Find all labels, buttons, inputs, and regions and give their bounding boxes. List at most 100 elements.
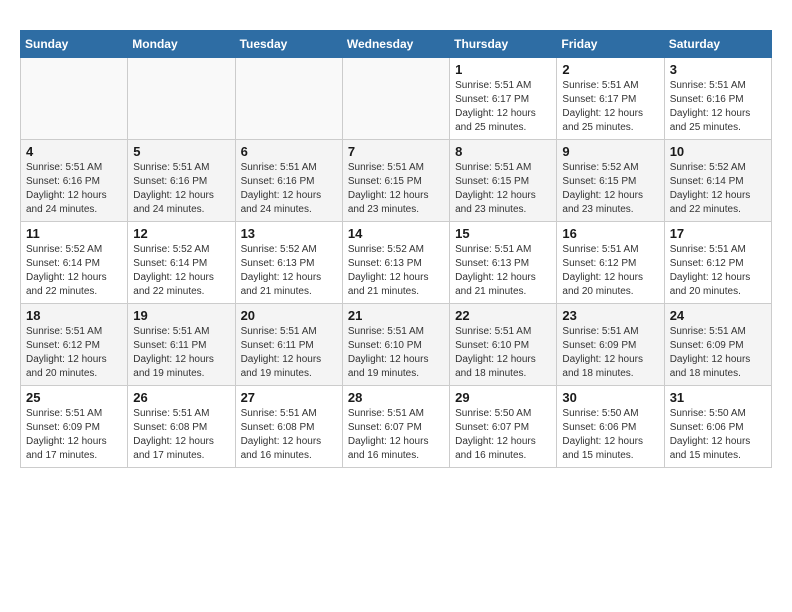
- calendar-week-2: 4 Sunrise: 5:51 AM Sunset: 6:16 PM Daylig…: [21, 140, 772, 222]
- day-number: 8: [455, 144, 551, 159]
- calendar-cell: 27Sunrise: 5:51 AM Sunset: 6:08 PM Dayli…: [235, 386, 342, 468]
- day-number: 7: [348, 144, 444, 159]
- calendar-cell: 4 Sunrise: 5:51 AM Sunset: 6:16 PM Daylig…: [21, 140, 128, 222]
- col-header-saturday: Saturday: [664, 31, 771, 58]
- calendar-cell: 7Sunrise: 5:51 AM Sunset: 6:15 PM Daylig…: [342, 140, 449, 222]
- col-header-wednesday: Wednesday: [342, 31, 449, 58]
- calendar-cell: 29 Sunrise: 5:50 AM Sunset: 6:07 PM Dayli…: [450, 386, 557, 468]
- day-info: Sunrise: 5:51 AM Sunset: 6:17 PM Dayligh…: [455, 79, 551, 135]
- calendar-week-1: 1 Sunrise: 5:51 AM Sunset: 6:17 PM Daylig…: [21, 58, 772, 140]
- calendar-cell: [235, 58, 342, 140]
- calendar-cell: 19 Sunrise: 5:51 AM Sunset: 6:11 PM Dayli…: [128, 304, 235, 386]
- day-info: Sunrise: 5:51 AM Sunset: 6:09 PM Dayligh…: [562, 325, 658, 381]
- col-header-sunday: Sunday: [21, 31, 128, 58]
- calendar-cell: 14Sunrise: 5:52 AM Sunset: 6:13 PM Dayli…: [342, 222, 449, 304]
- day-info: Sunrise: 5:51 AM Sunset: 6:16 PM Dayligh…: [241, 161, 337, 217]
- day-number: 24: [670, 308, 766, 323]
- calendar-cell: 21 Sunrise: 5:51 AM Sunset: 6:10 PM Dayli…: [342, 304, 449, 386]
- day-info: Sunrise: 5:51 AM Sunset: 6:13 PM Dayligh…: [455, 243, 551, 299]
- day-number: 11: [26, 226, 122, 241]
- day-number: 6: [241, 144, 337, 159]
- calendar-week-3: 11 Sunrise: 5:52 AM Sunset: 6:14 PM Dayli…: [21, 222, 772, 304]
- calendar-cell: 20Sunrise: 5:51 AM Sunset: 6:11 PM Dayli…: [235, 304, 342, 386]
- day-number: 1: [455, 62, 551, 77]
- day-info: Sunrise: 5:51 AM Sunset: 6:10 PM Dayligh…: [455, 325, 551, 381]
- calendar-cell: 2 Sunrise: 5:51 AM Sunset: 6:17 PM Daylig…: [557, 58, 664, 140]
- day-number: 28: [348, 390, 444, 405]
- calendar-cell: 15Sunrise: 5:51 AM Sunset: 6:13 PM Dayli…: [450, 222, 557, 304]
- day-info: Sunrise: 5:51 AM Sunset: 6:12 PM Dayligh…: [26, 325, 122, 381]
- day-number: 12: [133, 226, 229, 241]
- calendar-cell: 30Sunrise: 5:50 AM Sunset: 6:06 PM Dayli…: [557, 386, 664, 468]
- calendar-table: SundayMondayTuesdayWednesdayThursdayFrid…: [20, 30, 772, 468]
- day-number: 23: [562, 308, 658, 323]
- calendar-cell: 25 Sunrise: 5:51 AM Sunset: 6:09 PM Dayli…: [21, 386, 128, 468]
- day-info: Sunrise: 5:51 AM Sunset: 6:09 PM Dayligh…: [670, 325, 766, 381]
- calendar-cell: 6 Sunrise: 5:51 AM Sunset: 6:16 PM Daylig…: [235, 140, 342, 222]
- day-number: 29: [455, 390, 551, 405]
- day-number: 22: [455, 308, 551, 323]
- day-info: Sunrise: 5:52 AM Sunset: 6:13 PM Dayligh…: [348, 243, 444, 299]
- col-header-tuesday: Tuesday: [235, 31, 342, 58]
- day-info: Sunrise: 5:52 AM Sunset: 6:13 PM Dayligh…: [241, 243, 337, 299]
- day-info: Sunrise: 5:51 AM Sunset: 6:10 PM Dayligh…: [348, 325, 444, 381]
- day-info: Sunrise: 5:51 AM Sunset: 6:12 PM Dayligh…: [562, 243, 658, 299]
- day-info: Sunrise: 5:51 AM Sunset: 6:17 PM Dayligh…: [562, 79, 658, 135]
- day-number: 26: [133, 390, 229, 405]
- day-info: Sunrise: 5:51 AM Sunset: 6:16 PM Dayligh…: [133, 161, 229, 217]
- day-number: 5: [133, 144, 229, 159]
- day-number: 2: [562, 62, 658, 77]
- day-info: Sunrise: 5:50 AM Sunset: 6:06 PM Dayligh…: [562, 407, 658, 463]
- day-info: Sunrise: 5:51 AM Sunset: 6:16 PM Dayligh…: [26, 161, 122, 217]
- day-info: Sunrise: 5:51 AM Sunset: 6:12 PM Dayligh…: [670, 243, 766, 299]
- calendar-cell: 26 Sunrise: 5:51 AM Sunset: 6:08 PM Dayli…: [128, 386, 235, 468]
- day-number: 31: [670, 390, 766, 405]
- day-info: Sunrise: 5:50 AM Sunset: 6:06 PM Dayligh…: [670, 407, 766, 463]
- calendar-cell: 3 Sunrise: 5:51 AM Sunset: 6:16 PM Daylig…: [664, 58, 771, 140]
- calendar-cell: 23 Sunrise: 5:51 AM Sunset: 6:09 PM Dayli…: [557, 304, 664, 386]
- day-info: Sunrise: 5:52 AM Sunset: 6:14 PM Dayligh…: [133, 243, 229, 299]
- day-number: 27: [241, 390, 337, 405]
- calendar-cell: 5 Sunrise: 5:51 AM Sunset: 6:16 PM Daylig…: [128, 140, 235, 222]
- day-info: Sunrise: 5:51 AM Sunset: 6:15 PM Dayligh…: [455, 161, 551, 217]
- day-number: 21: [348, 308, 444, 323]
- day-info: Sunrise: 5:51 AM Sunset: 6:16 PM Dayligh…: [670, 79, 766, 135]
- day-number: 13: [241, 226, 337, 241]
- calendar-cell: 11 Sunrise: 5:52 AM Sunset: 6:14 PM Dayli…: [21, 222, 128, 304]
- calendar-week-4: 18 Sunrise: 5:51 AM Sunset: 6:12 PM Dayli…: [21, 304, 772, 386]
- day-info: Sunrise: 5:51 AM Sunset: 6:09 PM Dayligh…: [26, 407, 122, 463]
- calendar-cell: 13 Sunrise: 5:52 AM Sunset: 6:13 PM Dayli…: [235, 222, 342, 304]
- calendar-cell: 16 Sunrise: 5:51 AM Sunset: 6:12 PM Dayli…: [557, 222, 664, 304]
- day-number: 16: [562, 226, 658, 241]
- day-number: 25: [26, 390, 122, 405]
- day-number: 9: [562, 144, 658, 159]
- calendar-header-row: SundayMondayTuesdayWednesdayThursdayFrid…: [21, 31, 772, 58]
- calendar-cell: 12 Sunrise: 5:52 AM Sunset: 6:14 PM Dayli…: [128, 222, 235, 304]
- day-number: 18: [26, 308, 122, 323]
- day-number: 4: [26, 144, 122, 159]
- day-number: 17: [670, 226, 766, 241]
- calendar-cell: 9 Sunrise: 5:52 AM Sunset: 6:15 PM Daylig…: [557, 140, 664, 222]
- day-number: 3: [670, 62, 766, 77]
- day-number: 19: [133, 308, 229, 323]
- calendar-cell: 24 Sunrise: 5:51 AM Sunset: 6:09 PM Dayli…: [664, 304, 771, 386]
- day-info: Sunrise: 5:51 AM Sunset: 6:07 PM Dayligh…: [348, 407, 444, 463]
- calendar-cell: 28 Sunrise: 5:51 AM Sunset: 6:07 PM Dayli…: [342, 386, 449, 468]
- calendar-cell: 1 Sunrise: 5:51 AM Sunset: 6:17 PM Daylig…: [450, 58, 557, 140]
- calendar-cell: 17 Sunrise: 5:51 AM Sunset: 6:12 PM Dayli…: [664, 222, 771, 304]
- calendar-cell: [21, 58, 128, 140]
- day-info: Sunrise: 5:51 AM Sunset: 6:08 PM Dayligh…: [133, 407, 229, 463]
- calendar-cell: 8 Sunrise: 5:51 AM Sunset: 6:15 PM Daylig…: [450, 140, 557, 222]
- day-info: Sunrise: 5:52 AM Sunset: 6:14 PM Dayligh…: [26, 243, 122, 299]
- day-info: Sunrise: 5:51 AM Sunset: 6:11 PM Dayligh…: [241, 325, 337, 381]
- day-info: Sunrise: 5:52 AM Sunset: 6:14 PM Dayligh…: [670, 161, 766, 217]
- day-number: 10: [670, 144, 766, 159]
- day-info: Sunrise: 5:52 AM Sunset: 6:15 PM Dayligh…: [562, 161, 658, 217]
- calendar-cell: 10 Sunrise: 5:52 AM Sunset: 6:14 PM Dayli…: [664, 140, 771, 222]
- day-info: Sunrise: 5:51 AM Sunset: 6:11 PM Dayligh…: [133, 325, 229, 381]
- calendar-cell: 31 Sunrise: 5:50 AM Sunset: 6:06 PM Dayli…: [664, 386, 771, 468]
- calendar-cell: 22 Sunrise: 5:51 AM Sunset: 6:10 PM Dayli…: [450, 304, 557, 386]
- calendar-cell: 18 Sunrise: 5:51 AM Sunset: 6:12 PM Dayli…: [21, 304, 128, 386]
- col-header-monday: Monday: [128, 31, 235, 58]
- day-info: Sunrise: 5:50 AM Sunset: 6:07 PM Dayligh…: [455, 407, 551, 463]
